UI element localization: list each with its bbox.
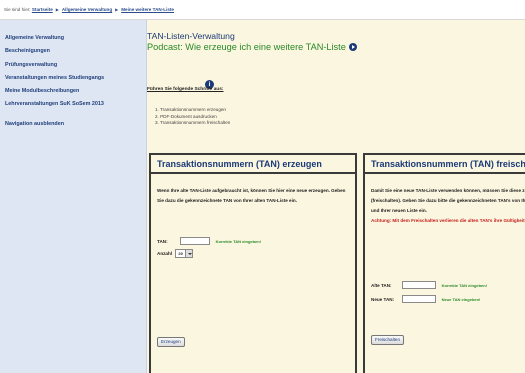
tan-input[interactable] — [180, 237, 211, 245]
sidebar-item-allgemeine-verwaltung[interactable]: Allgemeine Verwaltung — [5, 32, 146, 45]
tan-hint: Korrekte TAN eingeben! — [215, 238, 262, 244]
list-item: 3. Transaktionsnummern freischalten — [155, 120, 231, 125]
sidebar-item-pruefungsverwaltung[interactable]: Prüfungsverwaltung — [5, 59, 146, 72]
count-select[interactable]: 20 — [175, 249, 194, 258]
count-field-row: Anzahl 20 — [157, 249, 194, 259]
tan-generate-title: Transaktionsnummern (TAN) erzeugen — [151, 155, 355, 174]
count-label: Anzahl — [157, 251, 173, 256]
old-tan-input[interactable] — [402, 281, 437, 289]
sidebar-item-bescheinigungen[interactable]: Bescheinigungen — [5, 45, 146, 58]
tan-label: TAN: — [157, 238, 168, 244]
tan-generate-description: Wenn Ihre alte TAN-Liste aufgebraucht is… — [157, 188, 346, 203]
breadcrumb-tan-liste-link[interactable]: Meine weitere TAN-Liste — [121, 7, 174, 12]
play-icon[interactable] — [348, 43, 357, 51]
chevron-down-icon — [185, 250, 193, 257]
new-tan-field-row: Neue TAN: Neue TAN eingeben! — [371, 295, 480, 305]
steps-list: 1. Transaktionsnummern erzeugen 2. PDF-D… — [155, 107, 230, 127]
tan-activate-description: Damit Sie eine neue TAN-Liste verwenden … — [371, 186, 525, 226]
freischalten-button[interactable]: Freischalten — [371, 335, 405, 345]
tan-activate-panel: Transaktionsnummern (TAN) freischalten D… — [363, 153, 525, 373]
count-value: 20 — [178, 251, 183, 256]
main-content: TAN-Listen-Verwaltung Podcast: Wie erzeu… — [147, 20, 525, 373]
old-tan-field-row: Alte TAN: Korrekte TAN eingeben! — [371, 281, 487, 291]
tan-activate-text: Damit Sie eine neue TAN-Liste verwenden … — [371, 188, 525, 213]
erzeugen-button[interactable]: Erzeugen — [157, 337, 185, 347]
tan-field-row: TAN: Korrekte TAN eingeben! — [157, 237, 261, 247]
sidebar-item-veranstaltungen[interactable]: Veranstaltungen meines Studiengangs — [5, 72, 146, 85]
breadcrumb-separator-icon: ▶ — [55, 7, 59, 12]
tan-activate-title: Transaktionsnummern (TAN) freischalten — [365, 155, 525, 174]
breadcrumb-startseite-link[interactable]: Startseite — [32, 7, 53, 12]
sidebar-item-modulbeschreibungen[interactable]: Meine Modulbeschreibungen — [5, 85, 146, 98]
sidebar: Allgemeine Verwaltung Bescheinigungen Pr… — [0, 20, 147, 373]
old-tan-label: Alte TAN: — [371, 282, 392, 288]
podcast-link-label: Podcast: Wie erzeuge ich eine weitere TA… — [147, 42, 346, 52]
breadcrumb-separator-icon: ▶ — [115, 7, 119, 12]
sidebar-menu: Allgemeine Verwaltung Bescheinigungen Pr… — [0, 20, 146, 131]
sidebar-item-navigation-ausblenden[interactable]: Navigation ausblenden — [5, 118, 146, 131]
new-tan-hint: Neue TAN eingeben! — [441, 296, 481, 302]
tan-activate-warning: Achtung: Mit dem Freischalten verlieren … — [371, 218, 525, 223]
sidebar-item-lehrveranstaltungen[interactable]: Lehrveranstaltungen SuK SoSem 2013 — [5, 98, 146, 111]
old-tan-hint: Korrekte TAN eingeben! — [441, 282, 488, 288]
page-title: TAN-Listen-Verwaltung — [147, 31, 235, 41]
breadcrumb-verwaltung-link[interactable]: Allgemeine Verwaltung — [62, 7, 112, 12]
breadcrumb: Sie sind hier: Startseite ▶ Allgemeine Ver… — [0, 0, 525, 20]
breadcrumb-label: Sie sind hier: — [4, 7, 31, 12]
podcast-link[interactable]: Podcast: Wie erzeuge ich eine weitere TA… — [147, 42, 357, 52]
new-tan-input[interactable] — [402, 295, 437, 303]
list-item: 1. Transaktionsnummern erzeugen — [155, 107, 226, 112]
new-tan-label: Neue TAN: — [371, 296, 395, 302]
steps-heading: Führen Sie folgende Schritte aus: — [147, 87, 224, 92]
tan-generate-panel: Transaktionsnummern (TAN) erzeugen Wenn … — [149, 153, 357, 373]
